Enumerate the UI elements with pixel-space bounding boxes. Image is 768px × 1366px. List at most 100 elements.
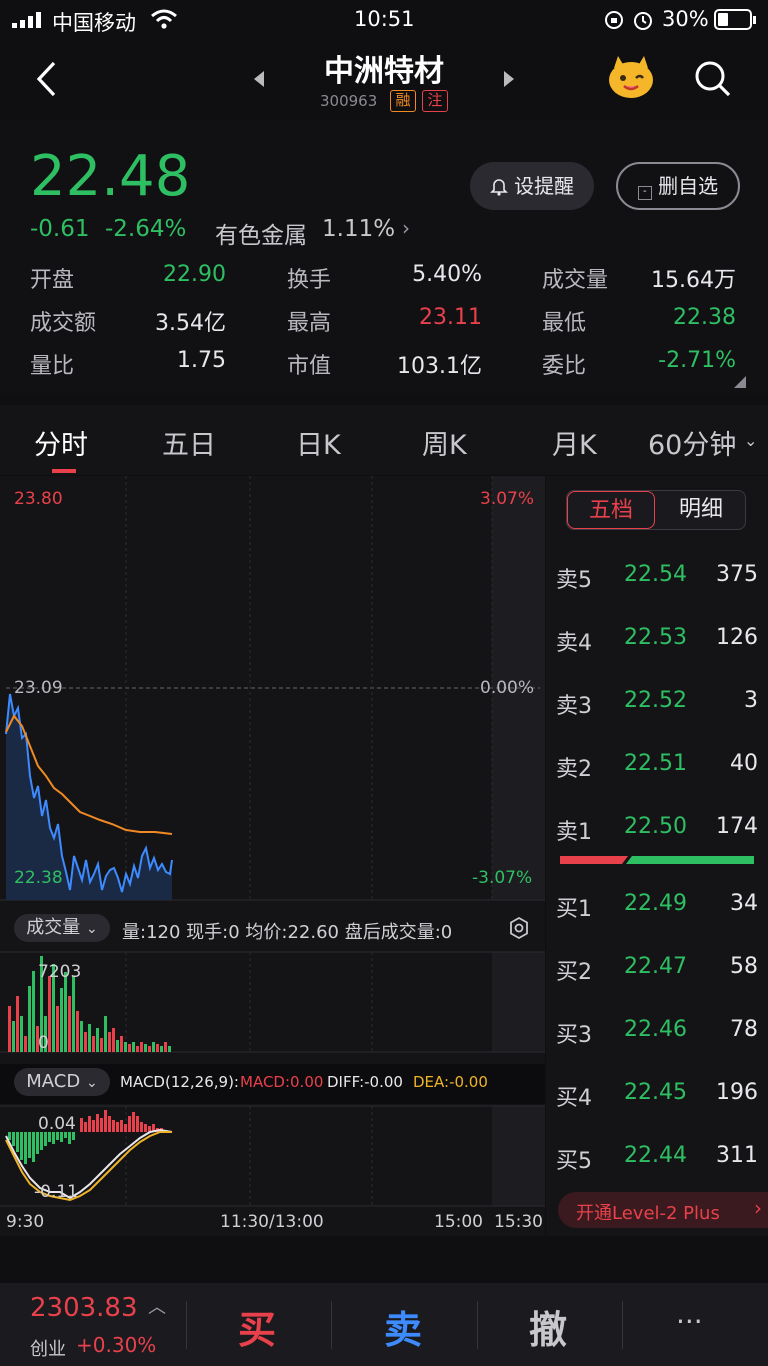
tab-five-day[interactable]: 五日 — [162, 423, 216, 462]
set-alert-label: 设提醒 — [514, 174, 575, 198]
price-change-pct: -2.64% — [105, 216, 187, 242]
price-change: -0.61 — [30, 216, 90, 242]
ask-price[interactable]: 22.53 — [624, 625, 687, 650]
bid-ask-ratio-bar — [560, 856, 754, 864]
stat-label: 成交额 — [30, 311, 97, 336]
tab-intraday[interactable]: 分时 — [34, 423, 88, 462]
bid-price[interactable]: 22.49 — [624, 891, 687, 916]
pct-axis-mid: 0.00% — [480, 678, 535, 698]
remove-watchlist-button[interactable]: - 删自选 — [616, 162, 740, 210]
stat-label: 市值 — [287, 354, 332, 379]
stat-value: 22.38 — [673, 305, 736, 330]
stat-label: 委比 — [542, 354, 587, 379]
ask-volume: 375 — [716, 562, 758, 587]
minus-box-icon: - — [637, 186, 652, 200]
sector-pct[interactable]: 1.11% — [322, 216, 395, 242]
stat-value: -2.71% — [658, 348, 736, 373]
ask-price[interactable]: 22.52 — [624, 688, 687, 713]
bid-price[interactable]: 22.47 — [624, 954, 687, 979]
ask-volume: 126 — [716, 625, 758, 650]
tab-monthly-k[interactable]: 月K — [552, 423, 597, 462]
note-tag: 注 — [422, 90, 448, 112]
index-value[interactable]: 2303.83 — [30, 1293, 138, 1323]
level2-promo-button[interactable]: 开通Level-2 Plus › — [558, 1192, 768, 1228]
stat-value: 15.64万 — [651, 268, 736, 293]
dea-value: DEA:-0.00 — [413, 1073, 488, 1091]
tab-daily-k[interactable]: 日K — [296, 423, 341, 462]
buy-button[interactable]: 买 — [238, 1299, 276, 1354]
stat-value: 3.54亿 — [155, 311, 226, 336]
bid-label: 买5 — [556, 1149, 592, 1174]
bid-volume: 78 — [730, 1017, 758, 1042]
info-tabs-strip — [0, 1246, 768, 1283]
wifi-icon — [151, 9, 177, 29]
next-stock-icon[interactable] — [502, 70, 516, 88]
set-alert-button[interactable]: 设提醒 — [470, 162, 594, 210]
chart-tabs: 分时 五日 日K 周K 月K 60分钟 ⌄ — [0, 405, 768, 475]
ask-volume: 3 — [744, 688, 758, 713]
diff-value: DIFF:-0.00 — [327, 1073, 403, 1091]
volume-bars — [8, 956, 171, 1052]
bottom-trade-bar: 2303.83 ︿ 创业 +0.30% 买 卖 撤 ··· — [0, 1283, 768, 1366]
bid-price[interactable]: 22.45 — [624, 1080, 687, 1105]
expand-corner-icon[interactable] — [734, 376, 746, 388]
bid-volume: 34 — [730, 891, 758, 916]
intraday-chart[interactable]: 23.80 23.09 22.38 3.07% 0.00% -3.07% 成交量… — [0, 476, 545, 1236]
clock: 10:51 — [354, 7, 415, 31]
stat-value: 5.40% — [412, 262, 482, 287]
ask-volume: 40 — [730, 751, 758, 776]
macd-indicator-dropdown[interactable]: MACD ⌄ — [14, 1068, 110, 1096]
signal-icon — [12, 12, 41, 28]
chevron-up-icon[interactable]: ︿ — [148, 1293, 166, 1319]
battery-percent: 30% — [662, 7, 709, 31]
chart-canvas — [0, 476, 545, 1207]
pct-axis-bottom: -3.07% — [472, 868, 533, 888]
bid-volume: 58 — [730, 954, 758, 979]
level2-promo-label: 开通Level-2 Plus — [576, 1203, 720, 1224]
cancel-order-button[interactable]: 撤 — [529, 1299, 567, 1354]
stat-label: 最高 — [287, 311, 332, 336]
search-icon[interactable] — [694, 60, 732, 98]
bid-price[interactable]: 22.44 — [624, 1143, 687, 1168]
sell-button[interactable]: 卖 — [384, 1299, 422, 1354]
quote-panel: 22.48 -0.61 -2.64% 有色金属 1.11% › 设提醒 - 删自… — [0, 120, 768, 395]
price-axis-mid: 23.09 — [14, 678, 63, 698]
chevron-right-icon: › — [402, 216, 410, 240]
tab-60min[interactable]: 60分钟 — [648, 423, 736, 462]
ask-price[interactable]: 22.54 — [624, 562, 687, 587]
ask-price[interactable]: 22.51 — [624, 751, 687, 776]
price-axis-bottom: 22.38 — [14, 868, 63, 888]
tab-level5[interactable]: 五档 — [567, 491, 655, 529]
chevron-down-icon: ⌄ — [86, 921, 98, 937]
chevron-down-icon: ⌄ — [85, 1075, 98, 1091]
bid-volume: 311 — [716, 1143, 758, 1168]
alarm-icon — [634, 12, 652, 30]
bid-price[interactable]: 22.46 — [624, 1017, 687, 1042]
active-tab-indicator — [52, 469, 76, 473]
stat-value: 23.11 — [419, 305, 482, 330]
stat-label: 开盘 — [30, 268, 75, 293]
divider — [186, 1301, 187, 1349]
bid-volume: 196 — [716, 1080, 758, 1105]
divider — [622, 1301, 623, 1349]
macd-axis-top: 0.04 — [38, 1114, 76, 1134]
nav-bar: 中洲特材 300963 融 注 — [0, 40, 768, 120]
settings-icon[interactable] — [508, 916, 530, 940]
volume-indicator-dropdown[interactable]: 成交量 ⌄ — [14, 914, 110, 942]
ask-label: 卖2 — [556, 757, 592, 782]
stat-label: 换手 — [287, 268, 332, 293]
mascot-icon[interactable] — [606, 54, 656, 100]
more-button[interactable]: ··· — [676, 1305, 703, 1338]
stat-label: 量比 — [30, 354, 75, 379]
tab-trade-detail[interactable]: 明细 — [657, 491, 745, 529]
sector-name[interactable]: 有色金属 — [215, 216, 307, 250]
time-label: 15:00 — [434, 1212, 483, 1232]
index-change-pct: +0.30% — [76, 1333, 157, 1357]
bid-label: 买2 — [556, 960, 592, 985]
bid-label: 买4 — [556, 1086, 592, 1111]
stat-label: 成交量 — [542, 268, 609, 293]
tab-weekly-k[interactable]: 周K — [422, 423, 467, 462]
time-label: 11:30/13:00 — [220, 1212, 324, 1232]
index-name: 创业 — [30, 1339, 66, 1360]
ask-price[interactable]: 22.50 — [624, 814, 687, 839]
